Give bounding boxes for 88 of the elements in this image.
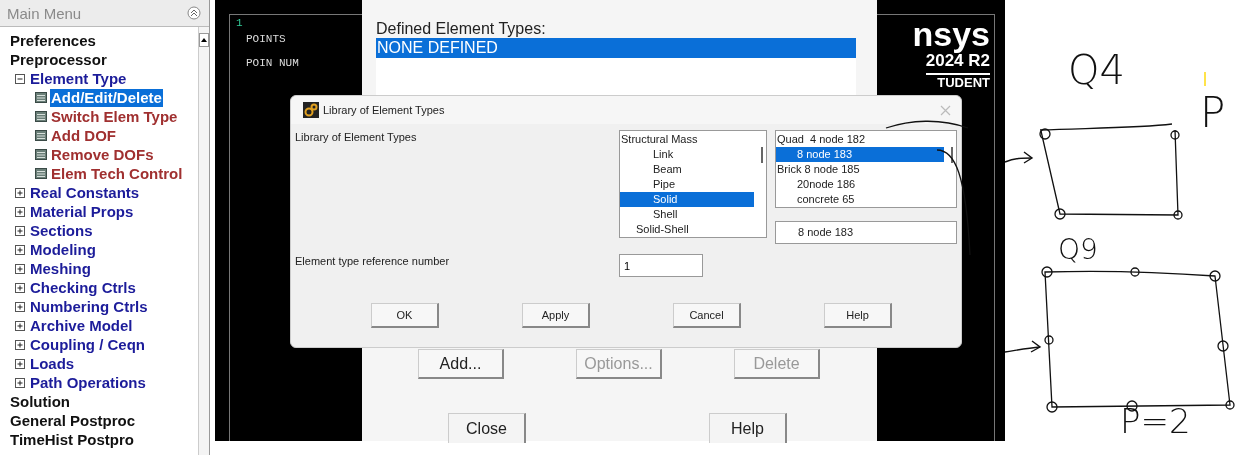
menu-item[interactable]: Solution: [9, 392, 71, 411]
app-icon: [303, 102, 319, 118]
edition-text: TUDENT: [937, 76, 990, 90]
list-item[interactable]: Pipe: [620, 177, 754, 192]
menu-item[interactable]: Path Operations: [29, 373, 147, 392]
expand-box-icon[interactable]: [15, 377, 25, 388]
list-item[interactable]: concrete 65: [776, 192, 944, 207]
menu-title: Main Menu: [7, 4, 82, 22]
expand-box-icon[interactable]: [15, 301, 25, 312]
scroll-up-button[interactable]: [199, 33, 209, 47]
selection-field[interactable]: 8 node 183: [775, 221, 957, 244]
list-item[interactable]: Brick 8 node 185: [776, 162, 944, 177]
dialog-icon: [35, 168, 47, 179]
dialog-button[interactable]: Close: [448, 413, 526, 443]
menu-item[interactable]: Loads: [29, 354, 76, 373]
expand-box-icon[interactable]: [15, 225, 25, 236]
handwritten-note: Q9: [1058, 236, 1098, 264]
element-types-list[interactable]: NONE DEFINED: [376, 38, 856, 96]
window-number: 1: [236, 17, 244, 29]
dialog-icon: [35, 92, 47, 103]
menu-item[interactable]: Switch Elem Type: [50, 107, 179, 126]
scroll-thumb[interactable]: [761, 147, 763, 163]
legend-text: POIN NUM: [246, 57, 299, 69]
menu-item[interactable]: Preprocessor: [9, 50, 108, 69]
menu-item[interactable]: Modeling: [29, 240, 97, 259]
expand-box-icon[interactable]: [15, 339, 25, 350]
collapse-box-icon[interactable]: [15, 73, 25, 84]
menu-item[interactable]: Elem Tech Control: [50, 164, 184, 183]
menu-item[interactable]: Numbering Ctrls: [29, 297, 149, 316]
list-item[interactable]: Beam: [620, 162, 754, 177]
dialog-icon: [35, 130, 47, 141]
logo-text: nsys: [912, 17, 990, 51]
expand-box-icon[interactable]: [15, 244, 25, 255]
field-label: Library of Element Types: [295, 130, 418, 143]
dialog-button[interactable]: Cancel: [673, 303, 741, 328]
menu-item[interactable]: Meshing: [29, 259, 92, 278]
list-item[interactable]: Structural Mass: [620, 132, 754, 147]
list-item[interactable]: Link: [620, 147, 754, 162]
menu-item[interactable]: Real Constants: [29, 183, 141, 202]
expand-box-icon[interactable]: [15, 320, 25, 331]
field-label: Element type reference number: [295, 254, 451, 267]
list-item[interactable]: 20node 186: [776, 177, 944, 192]
list-item[interactable]: NONE DEFINED: [376, 38, 856, 58]
menu-item[interactable]: Coupling / Ceqn: [29, 335, 146, 354]
menu-item[interactable]: Element Type: [29, 69, 128, 88]
element-list[interactable]: Quad 4 node 182 8 node 183 Brick 8 node 185 20node 186 concrete 65: [775, 130, 957, 208]
handwritten-note: P=2: [1120, 404, 1191, 438]
caret-icon: [200, 37, 208, 43]
input-field[interactable]: 1: [619, 254, 703, 277]
menu-item[interactable]: Add/Edit/Delete: [50, 88, 163, 107]
menu-item[interactable]: Material Props: [29, 202, 135, 221]
list-item[interactable]: Quad 4 node 182: [776, 132, 944, 147]
dialog-button[interactable]: Apply: [522, 303, 590, 328]
dialog-button[interactable]: OK: [371, 303, 439, 328]
dialog-icon: [35, 149, 47, 160]
scroll-thumb[interactable]: [951, 147, 953, 163]
dialog-button[interactable]: Help: [824, 303, 892, 328]
expand-box-icon[interactable]: [15, 358, 25, 369]
dialog-icon: [35, 111, 47, 122]
menu-item[interactable]: Checking Ctrls: [29, 278, 137, 297]
dialog-button[interactable]: Help: [709, 413, 787, 443]
collapse-icon[interactable]: [187, 6, 201, 20]
menu-item[interactable]: Archive Model: [29, 316, 134, 335]
ink-arrow: [1004, 151, 1034, 164]
menu-item[interactable]: Sections: [29, 221, 94, 240]
menu-item[interactable]: General Postproc: [9, 411, 137, 430]
list-label: Defined Element Types:: [376, 20, 546, 38]
menu-item[interactable]: TimeHist Postpro: [9, 430, 135, 449]
legend-text: POINTS: [246, 33, 287, 45]
ink-mark: [1204, 72, 1206, 86]
expand-box-icon[interactable]: [15, 187, 25, 198]
list-item[interactable]: Shell: [620, 207, 754, 222]
expand-box-icon[interactable]: [15, 282, 25, 293]
scrollbar[interactable]: [198, 27, 209, 455]
list-item[interactable]: 8 node 183: [776, 147, 944, 162]
menu-item[interactable]: Preferences: [9, 31, 97, 50]
ink-arrow: [1004, 340, 1042, 353]
expand-box-icon[interactable]: [15, 206, 25, 217]
dialog-button[interactable]: Add...: [418, 349, 504, 379]
handwritten-note: Q4: [1068, 50, 1125, 90]
menu-item[interactable]: Add DOF: [50, 126, 117, 145]
menu-item[interactable]: Remove DOFs: [50, 145, 155, 164]
handwritten-note: P: [1200, 92, 1226, 134]
expand-box-icon[interactable]: [15, 263, 25, 274]
dialog-title: Library of Element Types: [323, 104, 446, 116]
list-item[interactable]: Solid: [620, 192, 754, 207]
list-item[interactable]: Solid-Shell: [620, 222, 754, 237]
category-list[interactable]: Structural Mass Link Beam Pipe Solid Shell Solid-Shell: [619, 130, 767, 238]
